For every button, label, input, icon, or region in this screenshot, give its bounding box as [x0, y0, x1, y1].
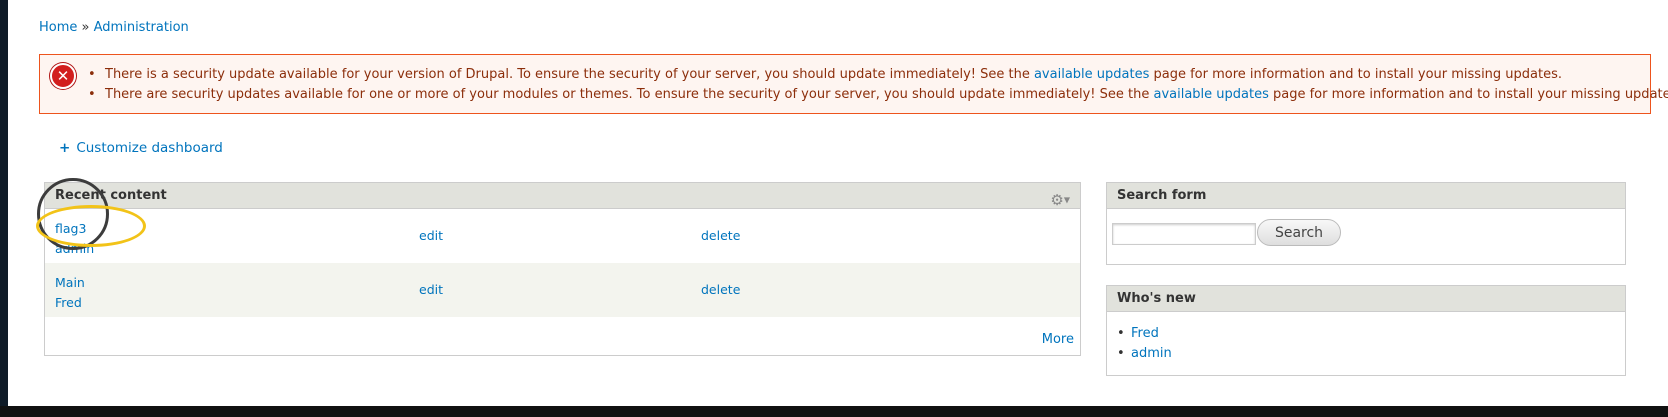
error-messages: ✕ There is a security update available f…: [39, 54, 1668, 114]
whos-new-block: Who's new Fred admin: [1106, 285, 1626, 376]
more-link[interactable]: More: [1042, 332, 1074, 347]
table-row: Main Fred edit delete: [45, 263, 1080, 317]
recent-content-block: Recent content ⚙▼ flag3 admin edit delet…: [44, 182, 1081, 356]
bottom-edge: [0, 406, 1668, 417]
whos-new-title: Who's new: [1107, 286, 1625, 312]
message-text: There are security updates available for…: [105, 87, 1154, 102]
list-item: Fred: [1117, 324, 1172, 344]
breadcrumb: Home » Administration: [39, 20, 189, 35]
page: Home » Administration ✕ There is a secur…: [8, 0, 1668, 406]
breadcrumb-home-link[interactable]: Home: [39, 20, 77, 35]
search-button[interactable]: Search: [1257, 219, 1341, 246]
content-cell: Main Fred: [55, 273, 85, 313]
breadcrumb-separator: »: [81, 20, 90, 35]
message-text: page for more information and to install…: [1268, 87, 1668, 102]
error-icon: ✕: [50, 63, 76, 89]
delete-link[interactable]: delete: [701, 228, 740, 243]
block-title: Recent content ⚙▼: [45, 183, 1080, 209]
edit-link[interactable]: edit: [419, 282, 443, 297]
available-updates-link[interactable]: available updates: [1153, 87, 1268, 102]
message-item: There are security updates available for…: [88, 85, 1668, 105]
content-author-link[interactable]: Fred: [55, 295, 82, 310]
message-text: There is a security update available for…: [105, 67, 1034, 82]
customize-dashboard-link[interactable]: + Customize dashboard: [59, 140, 223, 156]
content-title-link[interactable]: Main: [55, 275, 85, 290]
search-form-block: Search form Search: [1106, 182, 1626, 265]
table-row: flag3 admin edit delete: [45, 209, 1080, 263]
available-updates-link[interactable]: available updates: [1034, 67, 1149, 82]
left-edge: [0, 0, 8, 417]
breadcrumb-admin-link[interactable]: Administration: [94, 20, 189, 35]
chevron-down-icon: ▼: [1063, 195, 1070, 205]
customize-dashboard-label: Customize dashboard: [76, 140, 223, 156]
message-item: There is a security update available for…: [88, 65, 1668, 85]
search-input[interactable]: [1112, 223, 1256, 245]
user-link[interactable]: admin: [1131, 346, 1172, 361]
plus-icon: +: [59, 140, 71, 156]
user-link[interactable]: Fred: [1131, 326, 1159, 341]
search-form-title: Search form: [1107, 183, 1625, 209]
message-text: page for more information and to install…: [1149, 67, 1563, 82]
annotation-ellipse: [36, 205, 146, 247]
delete-link[interactable]: delete: [701, 282, 740, 297]
list-item: admin: [1117, 344, 1172, 364]
edit-link[interactable]: edit: [419, 228, 443, 243]
